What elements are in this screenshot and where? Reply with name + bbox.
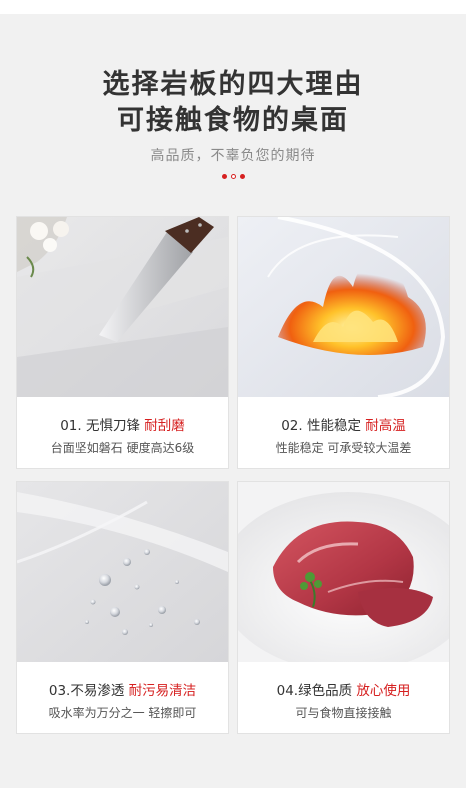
feature-description: 可与食物直接接触 bbox=[295, 706, 392, 720]
dot-icon bbox=[230, 174, 236, 179]
feature-highlight: 耐高温 bbox=[365, 418, 406, 434]
decorative-dots bbox=[0, 174, 466, 179]
feature-highlight: 放心使用 bbox=[356, 683, 411, 699]
raw-meat-on-plate-image bbox=[238, 482, 449, 662]
feature-highlight: 耐刮磨 bbox=[144, 418, 185, 434]
water-droplets-on-slab-image bbox=[17, 482, 228, 662]
page-subtitle: 高品质，不辜负您的期待 bbox=[150, 148, 316, 164]
flame-on-stone-slab-image bbox=[238, 217, 449, 397]
feature-highlight: 耐污易清洁 bbox=[128, 683, 197, 699]
feature-description: 吸水率为万分之一 轻擦即可 bbox=[48, 706, 197, 720]
feature-card-heat-resistant: 02. 性能稳定 耐高温 性能稳定 可承受较大温差 bbox=[237, 216, 450, 469]
feature-title: 03.不易渗透 耐污易清洁 bbox=[48, 683, 197, 699]
knife-on-stone-slab-image bbox=[17, 217, 228, 397]
feature-description: 台面坚如磐石 硬度高达6级 bbox=[50, 441, 195, 455]
dot-icon bbox=[239, 174, 245, 179]
top-strip bbox=[0, 0, 466, 14]
dot-icon bbox=[221, 174, 227, 179]
feature-card-food-safe: 04.绿色品质 放心使用 可与食物直接接触 bbox=[237, 481, 450, 734]
page-title: 选择岩板的四大理由 bbox=[102, 69, 364, 100]
bottom-strip bbox=[0, 788, 466, 800]
page-title-secondary: 可接触食物的桌面 bbox=[117, 105, 349, 136]
feature-title: 01. 无惧刀锋 耐刮磨 bbox=[60, 418, 185, 434]
feature-title: 02. 性能稳定 耐高温 bbox=[281, 418, 406, 434]
feature-card-stain-resistant: 03.不易渗透 耐污易清洁 吸水率为万分之一 轻擦即可 bbox=[16, 481, 229, 734]
feature-card-scratch-resistant: 01. 无惧刀锋 耐刮磨 台面坚如磐石 硬度高达6级 bbox=[16, 216, 229, 469]
feature-description: 性能稳定 可承受较大温差 bbox=[275, 441, 412, 455]
feature-title: 04.绿色品质 放心使用 bbox=[276, 683, 411, 699]
